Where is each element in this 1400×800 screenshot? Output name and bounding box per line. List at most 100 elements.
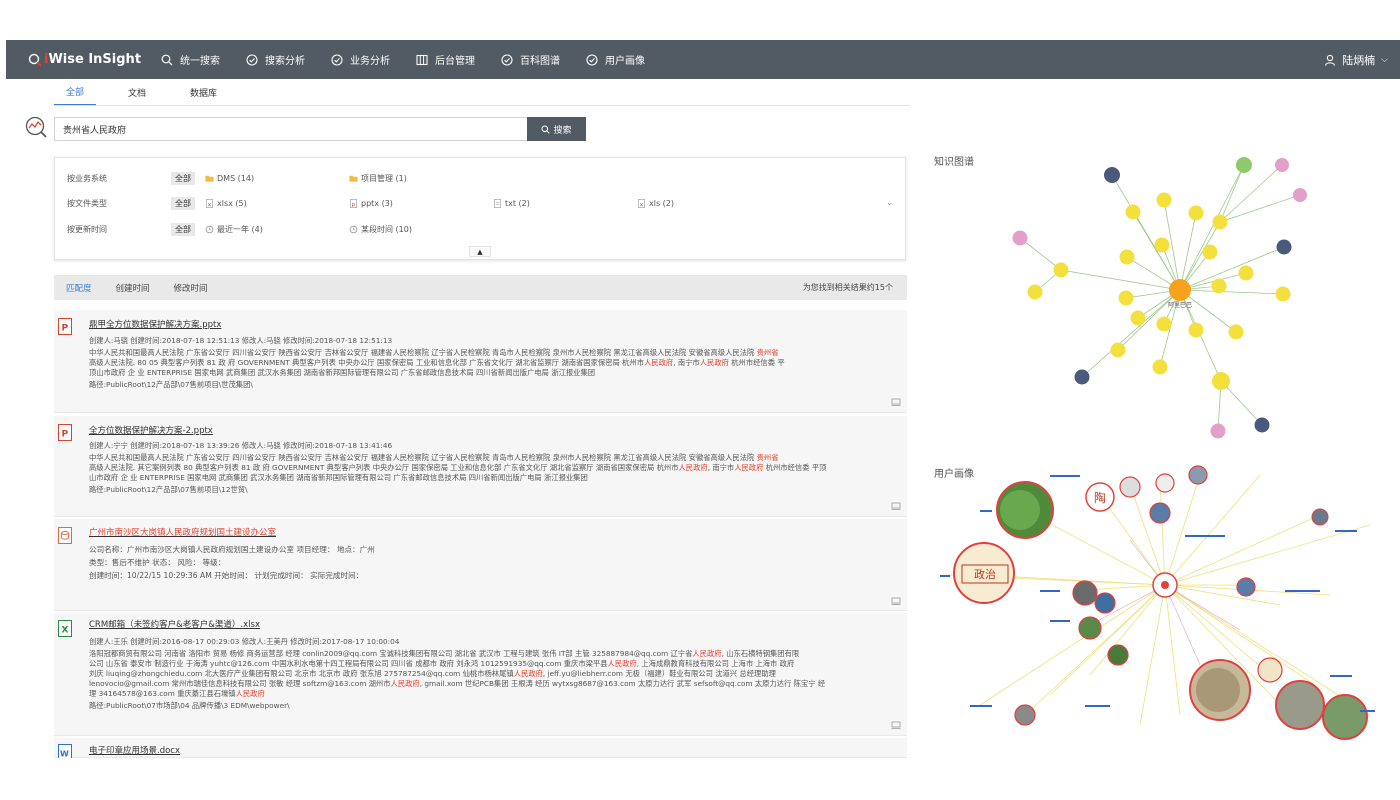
xlsx-file-icon: X	[58, 620, 72, 637]
filter-label: 按文件类型	[67, 198, 107, 208]
snippet-highlight: 人民政府	[678, 463, 708, 472]
up-badge-label: 政治	[974, 567, 996, 581]
filter-option-pptx[interactable]: p pptx (3)	[349, 199, 393, 208]
snippet-highlight: 人民政府	[644, 358, 674, 367]
result-item: P 鼎甲全方位数据保护解决方案.pptx 创建人:马骁 创建时间:2018-07…	[54, 310, 907, 413]
trend-analysis-icon[interactable]	[24, 116, 48, 138]
check-circle-icon	[246, 53, 258, 66]
sort-by-relevance[interactable]: 匹配度	[66, 282, 92, 294]
filter-all-button[interactable]: 全部	[171, 171, 195, 185]
result-item: P 全方位数据保护解决方案-2.pptx 创建人:宁宁 创建时间:2018-07…	[54, 416, 907, 517]
result-snippet: 洛阳冠都商贸有限公司 河南省 洛阳市 贸易 杨修 商务运营部 经理 conlin…	[89, 649, 901, 659]
svg-text:p: p	[352, 201, 356, 207]
search-icon	[541, 124, 551, 134]
result-line: 公司名称：广州市南沙区大岗镇人民政府规划国土建设办公室 项目经理： 地点：广州	[89, 545, 375, 554]
nav-user-portrait[interactable]: 用户画像	[586, 52, 645, 67]
preview-icon[interactable]	[891, 398, 901, 407]
pptx-file-icon: P	[58, 424, 72, 441]
filter-option-xlsx[interactable]: x xlsx (5)	[205, 199, 247, 208]
nav-admin[interactable]: 后台管理	[416, 52, 475, 67]
filter-option-label: 项目管理 (1)	[361, 173, 407, 183]
user-menu[interactable]: 陆炳楠 ⌵	[1324, 40, 1388, 79]
result-title-link[interactable]: 电子印章应用场景.docx	[89, 744, 180, 756]
result-title-link[interactable]: CRM邮箱（未签约客户&老客户&渠道）.xlsx	[89, 618, 260, 630]
preview-icon[interactable]	[891, 721, 901, 730]
snippet-text: , jeff.yu@liebherr.com 无极（福建）鞋业有限公司 沈道兴 …	[542, 669, 776, 678]
folder-icon	[349, 175, 358, 182]
result-snippet: 刘庆 liuqing@zhongchiedu.com 北大医疗产业集团有限公司 …	[89, 669, 901, 679]
search-input[interactable]	[54, 117, 528, 141]
filter-option-label: xls (2)	[649, 198, 674, 208]
preview-icon[interactable]	[891, 502, 901, 511]
tab-documents[interactable]: 文档	[116, 81, 158, 105]
filter-panel: 按业务系统 全部 DMS (14) 项目管理 (1) 按文件类型 全部 x xl…	[54, 157, 906, 260]
snippet-text: 公司 山东省 泰安市 制造行业 于海涛 yuhtc@126.com 中国水利水电…	[89, 659, 608, 668]
snippet-highlight: 人民政府	[699, 358, 729, 367]
snippet-text: 刘庆 liuqing@zhongchiedu.com 北大医疗产业集团有限公司 …	[89, 669, 514, 678]
result-item: W 电子印章应用场景.docx	[54, 738, 907, 761]
brand-name: Wise InSight	[48, 52, 142, 67]
user-portrait-graph[interactable]: 政治 陶	[940, 465, 1380, 743]
filter-row-time: 按更新时间 全部 最近一年 (4) 某段时间 (10)	[67, 222, 867, 236]
snippet-text: , 山东石横特钢集团有限	[721, 649, 800, 658]
filter-option-label: pptx (3)	[361, 198, 393, 208]
txt-file-icon	[494, 198, 501, 208]
snippet-text: 高级人民法院. 80 05 典型客户列表 81 政 府 GOVERNMENT 典…	[89, 358, 644, 367]
expand-filters-icon[interactable]: ⌄	[886, 198, 893, 207]
nav-business-analysis[interactable]: 业务分析	[331, 52, 390, 67]
nav-label: 后台管理	[435, 56, 476, 67]
result-title-link[interactable]: 鼎甲全方位数据保护解决方案.pptx	[89, 318, 221, 330]
nav-encyclopedia-graph[interactable]: 百科图谱	[501, 52, 560, 67]
title-highlight: 人民政府	[165, 528, 200, 538]
filter-all-button[interactable]: 全部	[171, 222, 195, 236]
tab-all[interactable]: 全部	[54, 80, 97, 106]
filter-option-last-year[interactable]: 最近一年 (4)	[205, 224, 263, 235]
filter-option-label: 最近一年 (4)	[217, 224, 263, 234]
collapse-filters-button[interactable]: ▲	[469, 246, 491, 257]
brand-logo[interactable]: i Wise InSight	[28, 52, 141, 67]
filter-option-xls[interactable]: x xls (2)	[637, 199, 674, 208]
result-snippet: 山市政府 企 业 ENTERPRISE 国家电网 武商集团 武汉水务集团 湖南省…	[89, 473, 588, 482]
filter-all-button[interactable]: 全部	[171, 196, 195, 210]
filter-row-system: 按业务系统 全部 DMS (14) 项目管理 (1)	[67, 171, 867, 185]
nav-search-analysis[interactable]: 搜索分析	[246, 52, 305, 67]
sort-by-modified[interactable]: 修改时间	[174, 282, 208, 294]
snippet-text: lenovocio@gmail.com 常州市瑞佳信息科技有限公司 张敏 经理 …	[89, 679, 391, 688]
pptx-file-icon: P	[58, 318, 72, 335]
result-snippet: 顶山市政府 企 业 ENTERPRISE 国家电网 武商集团 武汉水务集团 湖南…	[89, 368, 596, 377]
filter-option-txt[interactable]: txt (2)	[493, 199, 530, 208]
kg-center-node	[1169, 279, 1191, 301]
search-button[interactable]: 搜索	[527, 117, 586, 141]
pptx-file-icon: p	[350, 198, 357, 208]
result-snippet: 高级人民法院. 其它案例列表 80 典型客户列表 81 政 府 GOVERNME…	[89, 463, 901, 473]
preview-icon[interactable]	[891, 597, 901, 606]
nav-label: 业务分析	[350, 56, 391, 67]
check-circle-icon	[586, 53, 598, 66]
scope-tabs: 全部 文档 数据库	[54, 80, 249, 106]
bottom-margin	[0, 758, 1400, 800]
result-title-link[interactable]: 全方位数据保护解决方案-2.pptx	[89, 424, 213, 436]
snippet-highlight: 人民政府	[734, 463, 764, 472]
filter-option-dms[interactable]: DMS (14)	[205, 174, 254, 183]
nav-label: 百科图谱	[520, 56, 561, 67]
tab-database[interactable]: 数据库	[178, 81, 229, 105]
snippet-text: 杭州市经信委 平	[728, 358, 785, 367]
sort-by-created[interactable]: 创建时间	[116, 282, 150, 294]
nav-unified-search[interactable]: 统一搜索	[161, 52, 220, 67]
filter-option-label: txt (2)	[505, 198, 530, 208]
knowledge-graph[interactable]: 阿里巴巴	[1000, 155, 1340, 445]
snippet-highlight: 人民政府	[692, 649, 722, 658]
grid-icon	[416, 54, 428, 65]
filter-option-label: 某段时间 (10)	[361, 224, 412, 234]
result-snippet: 理 34164578@163.com 重庆綦江县石壕镇人民政府	[89, 689, 901, 699]
top-navbar: i Wise InSight 统一搜索 搜索分析 业务分析 后台管理 百科图谱 …	[6, 40, 1400, 79]
result-snippet: 公司 山东省 泰安市 制造行业 于海涛 yuhtc@126.com 中国水利水电…	[89, 659, 901, 669]
result-path: 路径:PublicRoot\12产品部\07售前项目\世茂集团\	[89, 380, 253, 389]
nav-label: 用户画像	[605, 56, 646, 67]
filter-option-project[interactable]: 项目管理 (1)	[349, 173, 407, 184]
result-title-link[interactable]: 广州市南沙区大岗镇人民政府规划国土建设办公室	[89, 526, 276, 538]
search-icon	[161, 54, 173, 65]
filter-option-period[interactable]: 某段时间 (10)	[349, 224, 412, 235]
result-item: 广州市南沙区大岗镇人民政府规划国土建设办公室 公司名称：广州市南沙区大岗镇人民政…	[54, 519, 907, 611]
top-margin	[0, 0, 1400, 40]
